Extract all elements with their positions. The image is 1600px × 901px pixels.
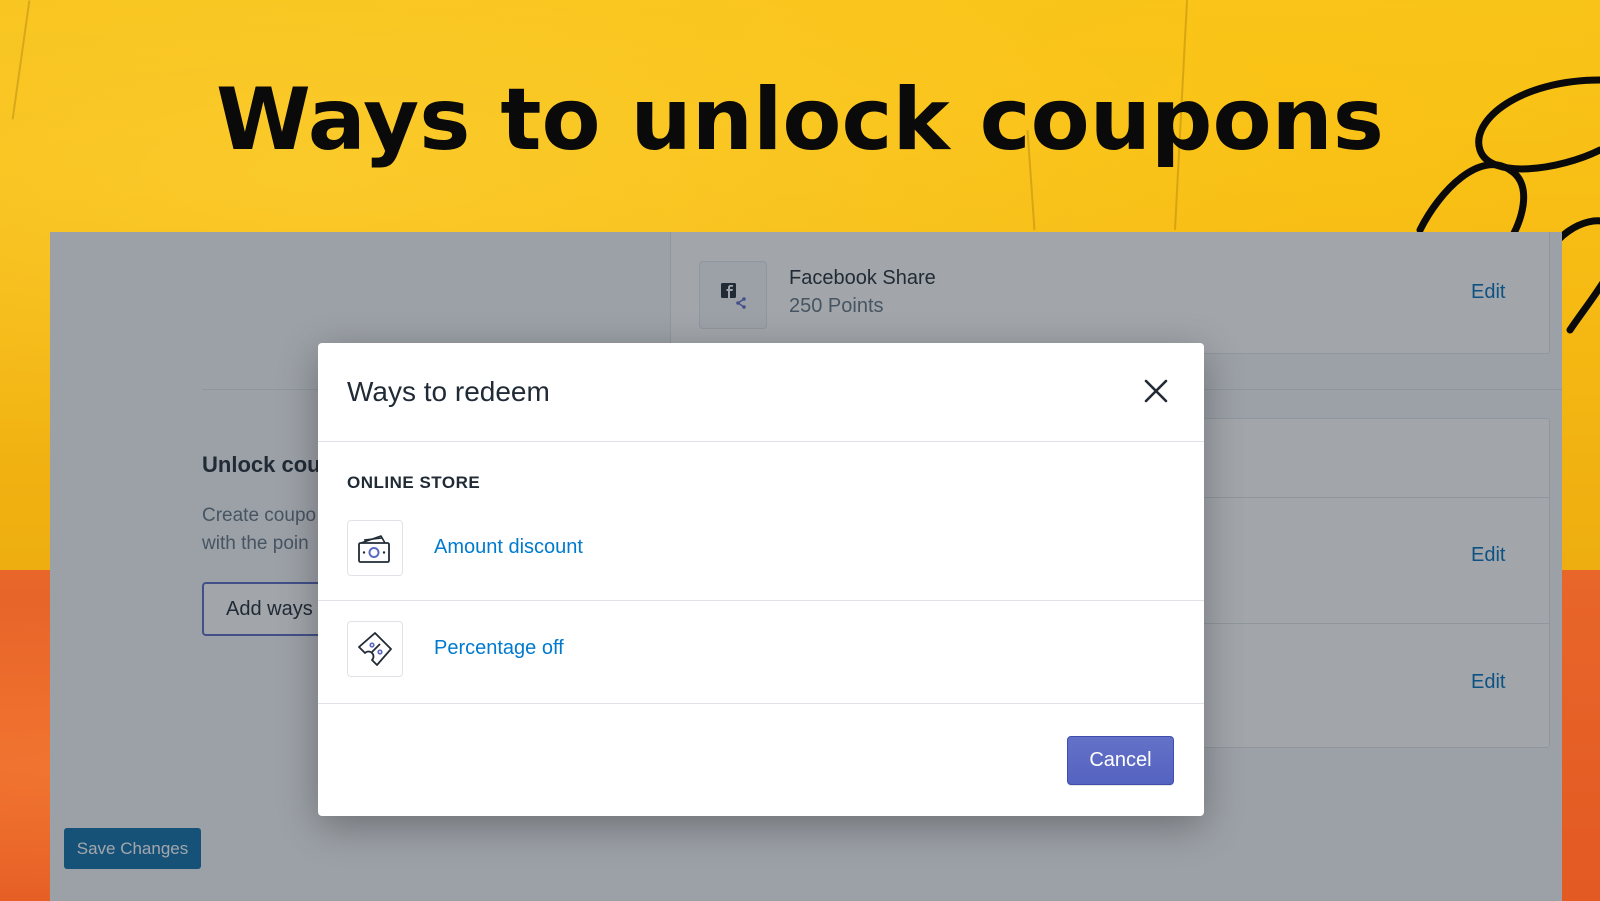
amount-discount-icon-box (347, 520, 403, 576)
modal-header-divider (318, 441, 1204, 442)
page-headline: Ways to unlock coupons (216, 70, 1384, 170)
section-label: ONLINE STORE (347, 473, 481, 492)
percentage-off-icon-box (347, 621, 403, 677)
modal-title: Ways to redeem (347, 376, 550, 407)
modal-footer-divider (318, 703, 1204, 704)
percentage-off-link[interactable]: Percentage off (434, 637, 564, 660)
cancel-button[interactable]: Cancel (1067, 736, 1174, 785)
amount-discount-link[interactable]: Amount discount (434, 536, 583, 559)
percent-tag-icon (358, 632, 392, 666)
close-icon[interactable] (1138, 373, 1174, 409)
option-divider (318, 600, 1204, 601)
ways-to-redeem-modal: Ways to redeem ONLINE STORE Amount disco… (318, 343, 1204, 816)
cash-icon (358, 535, 390, 563)
